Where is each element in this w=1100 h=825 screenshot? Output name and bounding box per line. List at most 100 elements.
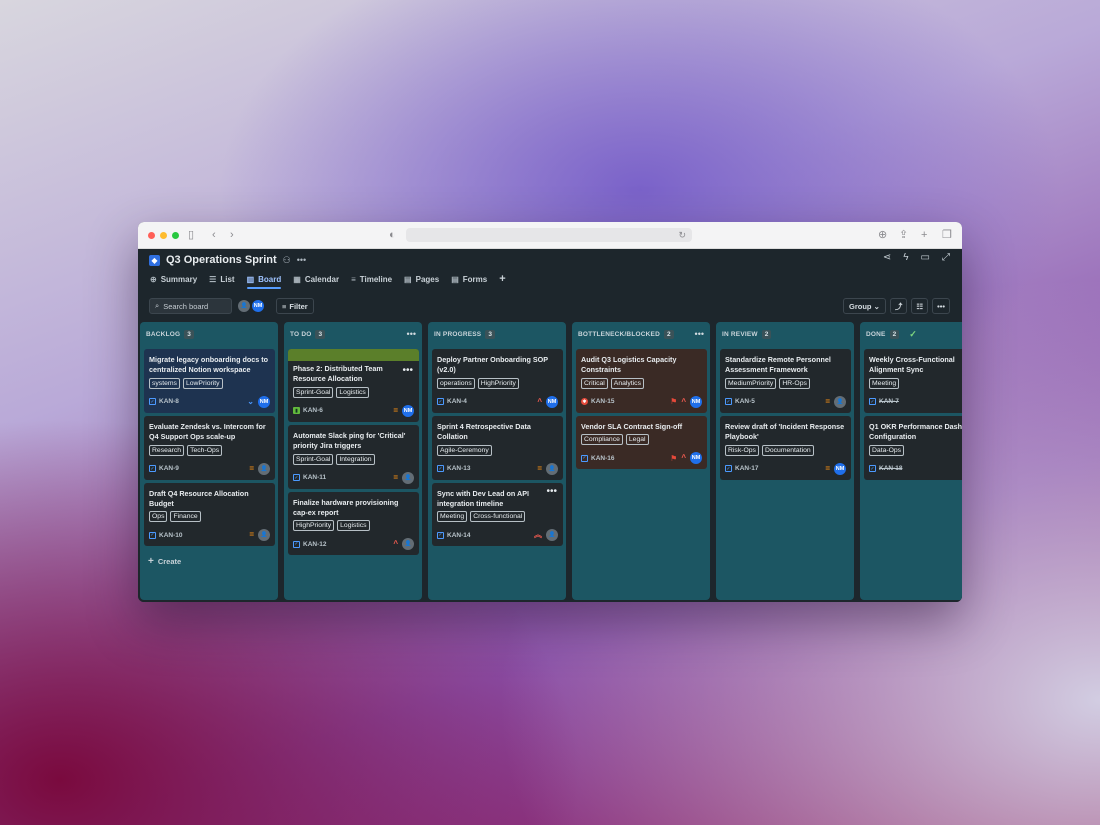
unassigned-avatar[interactable]: 👤 xyxy=(834,395,846,408)
label-tag[interactable]: operations xyxy=(437,377,475,389)
label-tag[interactable]: Logistics xyxy=(336,386,369,398)
card-kan-16[interactable]: Vendor SLA Contract Sign-off Compliance L… xyxy=(576,415,707,470)
card-kan-17[interactable]: Review draft of 'Incident Response Playb… xyxy=(720,415,851,480)
card-more-icon[interactable]: ••• xyxy=(402,365,413,376)
label-tag[interactable]: Critical xyxy=(581,377,608,389)
tab-overview-icon[interactable]: ❐ xyxy=(942,228,952,242)
group-button[interactable]: Group ⌄ xyxy=(842,298,886,314)
tab-list[interactable]: ☰ List xyxy=(209,271,234,287)
label-tag[interactable]: Documentation xyxy=(761,444,814,456)
more-actions-button[interactable]: ••• xyxy=(932,298,950,314)
label-tag[interactable]: Meeting xyxy=(869,377,900,389)
tab-pages[interactable]: ▤ Pages xyxy=(404,271,439,287)
minimize-window-button[interactable] xyxy=(160,231,167,239)
issue-key[interactable]: KAN-5 xyxy=(735,398,755,405)
new-tab-icon[interactable]: + xyxy=(921,228,927,242)
lightning-icon[interactable]: ϟ xyxy=(903,252,908,263)
assignee-avatar[interactable]: NM xyxy=(546,395,558,408)
label-tag[interactable]: Analytics xyxy=(610,377,644,389)
tab-summary[interactable]: ⊕ Summary xyxy=(150,271,197,287)
card-kan-7[interactable]: Weekly Cross-Functional Alignment Sync M… xyxy=(864,349,962,413)
issue-key[interactable]: KAN-4 xyxy=(447,398,467,405)
view-settings-button[interactable]: ☷ xyxy=(911,298,929,314)
card-kan-9[interactable]: Evaluate Zendesk vs. Intercom for Q4 Sup… xyxy=(144,415,275,480)
issue-key[interactable]: KAN-17 xyxy=(735,465,758,472)
issue-key[interactable]: KAN-11 xyxy=(303,474,326,481)
issue-key[interactable]: KAN-6 xyxy=(303,407,323,414)
team-icon[interactable]: ⚇ xyxy=(283,255,291,266)
label-tag[interactable]: Cross-functional xyxy=(470,511,526,523)
reload-icon[interactable]: ↻ xyxy=(678,228,686,242)
card-kan-4[interactable]: Deploy Partner Onboarding SOP (v2.0) ope… xyxy=(432,349,563,413)
close-window-button[interactable] xyxy=(148,231,155,239)
issue-key[interactable]: KAN-15 xyxy=(591,398,614,405)
issue-key[interactable]: KAN-16 xyxy=(591,455,614,462)
issue-key[interactable]: KAN-7 xyxy=(879,398,899,405)
label-tag[interactable]: HR-Ops xyxy=(779,377,810,389)
assignee-avatar[interactable]: NM xyxy=(402,404,414,417)
unassigned-avatar[interactable]: 👤 xyxy=(402,471,414,484)
card-kan-5[interactable]: Standardize Remote Personnel Assessment … xyxy=(720,349,851,413)
card-kan-14[interactable]: ••• Sync with Dev Lead on API integratio… xyxy=(432,482,563,547)
label-tag[interactable]: Meeting xyxy=(437,511,468,523)
card-kan-6[interactable]: ••• Phase 2: Distributed Team Resource A… xyxy=(288,349,419,422)
tab-board[interactable]: ▥ Board xyxy=(246,271,281,289)
feedback-icon[interactable]: ▭ xyxy=(921,252,930,263)
label-tag[interactable]: LowPriority xyxy=(182,377,223,389)
label-tag[interactable]: Compliance xyxy=(581,434,623,446)
more-icon[interactable]: ••• xyxy=(407,329,416,339)
issue-key[interactable]: KAN-8 xyxy=(159,398,179,405)
back-icon[interactable]: ‹ xyxy=(212,228,216,242)
avatar[interactable]: NM xyxy=(252,300,264,312)
sidebar-icon[interactable]: ▯ xyxy=(188,228,194,242)
unassigned-avatar[interactable]: 👤 xyxy=(402,538,414,551)
label-tag[interactable]: Integration xyxy=(336,453,375,465)
share-icon[interactable]: ⇪ xyxy=(899,228,908,242)
assignee-avatar[interactable]: NM xyxy=(690,395,702,408)
unassigned-avatar[interactable]: 👤 xyxy=(238,300,250,312)
tab-calendar[interactable]: ▦ Calendar xyxy=(293,271,339,287)
tab-forms[interactable]: ▤ Forms xyxy=(451,271,487,287)
insights-button[interactable]: ⤴ xyxy=(889,298,908,314)
download-icon[interactable]: ⊕ xyxy=(878,228,887,242)
filter-button[interactable]: ≡ Filter xyxy=(276,298,314,314)
label-tag[interactable]: systems xyxy=(149,377,180,389)
issue-key[interactable]: KAN-18 xyxy=(879,465,902,472)
label-tag[interactable]: HighPriority xyxy=(293,520,335,532)
label-tag[interactable]: Data-Ops xyxy=(869,444,905,456)
card-kan-12[interactable]: Finalize hardware provisioning cap-ex re… xyxy=(288,491,419,556)
unassigned-avatar[interactable]: 👤 xyxy=(258,529,270,542)
issue-key[interactable]: KAN-14 xyxy=(447,532,470,539)
issue-key[interactable]: KAN-10 xyxy=(159,532,182,539)
label-tag[interactable]: Legal xyxy=(625,434,649,446)
add-view-button[interactable]: + xyxy=(499,271,505,287)
zoom-window-button[interactable] xyxy=(172,231,179,239)
issue-key[interactable]: KAN-13 xyxy=(447,465,470,472)
issue-key[interactable]: KAN-9 xyxy=(159,465,179,472)
assignee-avatar[interactable]: NM xyxy=(834,462,846,475)
label-tag[interactable]: Agile-Ceremony xyxy=(437,444,492,456)
address-bar[interactable]: ↻ xyxy=(406,228,692,242)
tab-timeline[interactable]: ≡ Timeline xyxy=(351,271,392,287)
search-input[interactable]: ⌕ Search board xyxy=(149,298,232,314)
card-kan-11[interactable]: Automate Slack ping for 'Critical' prior… xyxy=(288,424,419,489)
label-tag[interactable]: Ops xyxy=(149,511,168,523)
more-icon[interactable]: ••• xyxy=(695,329,704,339)
unassigned-avatar[interactable]: 👤 xyxy=(546,529,558,542)
label-tag[interactable]: MediumPriority xyxy=(725,377,777,389)
label-tag[interactable]: Tech-Ops xyxy=(187,444,223,456)
assignee-avatar[interactable]: NM xyxy=(690,452,702,465)
shield-icon[interactable]: ◐ xyxy=(389,228,396,242)
more-icon[interactable]: ••• xyxy=(297,255,306,265)
fullscreen-icon[interactable]: ⤢ xyxy=(942,252,950,263)
card-kan-8[interactable]: Migrate legacy onboarding docs to centra… xyxy=(144,349,275,413)
create-issue-button[interactable]: + Create xyxy=(148,556,278,567)
unassigned-avatar[interactable]: 👤 xyxy=(546,462,558,475)
assignee-avatar[interactable]: NM xyxy=(258,395,270,408)
card-kan-18[interactable]: Q1 OKR Performance Dashboard Configurati… xyxy=(864,415,962,480)
label-tag[interactable]: Research xyxy=(149,444,185,456)
card-kan-13[interactable]: Sprint 4 Retrospective Data Collation Ag… xyxy=(432,415,563,480)
issue-key[interactable]: KAN-12 xyxy=(303,541,326,548)
share-icon[interactable]: ⋖ xyxy=(883,252,891,263)
label-tag[interactable]: Sprint-Goal xyxy=(293,453,334,465)
